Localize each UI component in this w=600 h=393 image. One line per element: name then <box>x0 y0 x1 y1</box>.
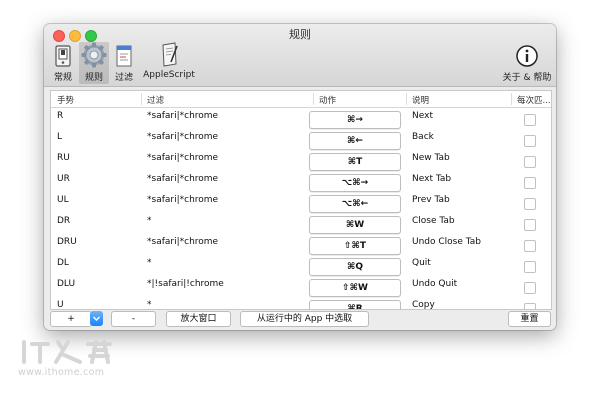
every-match-checkbox[interactable] <box>524 114 536 126</box>
every-match-checkbox[interactable] <box>524 219 536 231</box>
gesture-cell: UR <box>57 174 70 184</box>
switch-icon <box>55 45 71 67</box>
shortcut-recorder-button[interactable]: ⇧⌘T <box>309 237 401 255</box>
shortcut-recorder-button[interactable]: ⌘→ <box>309 111 401 129</box>
table-row[interactable]: UR *safari|*chrome ⌥⌘→ Next Tab <box>51 171 551 192</box>
table-row[interactable]: UL *safari|*chrome ⌥⌘← Prev Tab <box>51 192 551 213</box>
table-row[interactable]: R *safari|*chrome ⌘→ Next <box>51 108 551 129</box>
description-cell[interactable]: Next Tab <box>412 174 451 184</box>
watermark-url: www.ithome.com <box>18 367 105 378</box>
every-match-checkbox[interactable] <box>524 198 536 210</box>
shortcut-recorder-button[interactable]: ⌘W <box>309 216 401 234</box>
toolbar-rules-label: 规则 <box>84 73 103 83</box>
filter-cell[interactable]: * <box>147 300 152 309</box>
every-match-checkbox[interactable] <box>524 303 536 309</box>
rules-table: 手势 过滤 动作 说明 每次匹... R *safari|*chrome ⌘→ Nex… <box>50 90 552 310</box>
shortcut-recorder-button[interactable]: ⇧⌘W <box>309 279 401 297</box>
filter-cell[interactable]: *|!safari|!chrome <box>147 279 224 289</box>
column-header-description[interactable]: 说明 <box>412 94 429 106</box>
gesture-cell: RU <box>57 153 70 163</box>
toolbar-rules[interactable]: 规则 <box>79 42 109 84</box>
shortcut-recorder-button[interactable]: ⌘Q <box>309 258 401 276</box>
description-cell[interactable]: Prev Tab <box>412 195 450 205</box>
filter-cell[interactable]: *safari|*chrome <box>147 132 218 142</box>
filter-doc-icon <box>116 45 132 67</box>
every-match-checkbox[interactable] <box>524 282 536 294</box>
filter-cell[interactable]: *safari|*chrome <box>147 237 218 247</box>
pick-running-app-button[interactable]: 从运行中的 App 中选取 <box>240 311 369 327</box>
description-cell[interactable]: Back <box>412 132 434 142</box>
description-cell[interactable]: New Tab <box>412 153 450 163</box>
description-cell[interactable]: Next <box>412 111 433 121</box>
gear-icon <box>81 42 107 68</box>
every-match-checkbox[interactable] <box>524 177 536 189</box>
toolbar-about-help[interactable]: 关于 & 帮助 <box>502 42 552 84</box>
shortcut-recorder-button[interactable]: ⌘R <box>309 300 401 309</box>
info-icon <box>516 45 538 67</box>
filter-cell[interactable]: * <box>147 258 152 268</box>
column-header-gesture[interactable]: 手势 <box>57 94 74 106</box>
app-window: 规则 常规 规则 过滤 AppleScript 关于 & 帮助 手势 过滤 动作… <box>44 24 556 330</box>
bottom-bar: + - 放大窗口 从运行中的 App 中选取 重置 <box>44 310 556 330</box>
shortcut-recorder-button[interactable]: ⌘← <box>309 132 401 150</box>
add-rule-button[interactable]: + <box>50 311 92 327</box>
column-header-filter[interactable]: 过滤 <box>147 94 164 106</box>
filter-cell[interactable]: *safari|*chrome <box>147 195 218 205</box>
watermark-logo <box>22 340 112 364</box>
chevron-down-icon <box>93 316 100 321</box>
reset-button[interactable]: 重置 <box>508 311 551 327</box>
gesture-cell: R <box>57 111 64 121</box>
description-cell[interactable]: Copy <box>412 300 435 309</box>
gesture-cell: DRU <box>57 237 77 247</box>
filter-cell[interactable]: *safari|*chrome <box>147 174 218 184</box>
table-row[interactable]: DLU *|!safari|!chrome ⇧⌘W Undo Quit <box>51 276 551 297</box>
enlarge-window-button[interactable]: 放大窗口 <box>166 311 231 327</box>
description-cell[interactable]: Quit <box>412 258 431 268</box>
remove-rule-button[interactable]: - <box>111 311 156 327</box>
shortcut-recorder-button[interactable]: ⌘T <box>309 153 401 171</box>
every-match-checkbox[interactable] <box>524 240 536 252</box>
shortcut-recorder-button[interactable]: ⌥⌘← <box>309 195 401 213</box>
every-match-checkbox[interactable] <box>524 135 536 147</box>
table-row[interactable]: RU *safari|*chrome ⌘T New Tab <box>51 150 551 171</box>
table-row[interactable]: U * ⌘R Copy <box>51 297 551 310</box>
toolbar-filter-label: 过滤 <box>114 73 133 83</box>
gesture-cell: DLU <box>57 279 76 289</box>
column-header-every-match[interactable]: 每次匹... <box>517 94 551 106</box>
table-row[interactable]: DL * ⌘Q Quit <box>51 255 551 276</box>
table-row[interactable]: DRU *safari|*chrome ⇧⌘T Undo Close Tab <box>51 234 551 255</box>
filter-cell[interactable]: *safari|*chrome <box>147 111 218 121</box>
add-options-dropdown[interactable] <box>90 311 103 326</box>
shortcut-recorder-button[interactable]: ⌥⌘→ <box>309 174 401 192</box>
table-row[interactable]: L *safari|*chrome ⌘← Back <box>51 129 551 150</box>
filter-cell[interactable]: * <box>147 216 152 226</box>
description-cell[interactable]: Undo Quit <box>412 279 457 289</box>
every-match-checkbox[interactable] <box>524 156 536 168</box>
toolbar-applescript[interactable]: AppleScript <box>140 42 198 84</box>
toolbar-about-help-label: 关于 & 帮助 <box>502 73 552 83</box>
script-icon <box>162 42 178 67</box>
toolbar-filter[interactable]: 过滤 <box>110 42 138 84</box>
every-match-checkbox[interactable] <box>524 261 536 273</box>
toolbar-general-label: 常规 <box>53 73 72 83</box>
gesture-cell: L <box>57 132 63 142</box>
gesture-cell: DR <box>57 216 71 226</box>
toolbar-applescript-label: AppleScript <box>143 70 195 80</box>
toolbar-general[interactable]: 常规 <box>48 42 78 84</box>
column-header-action[interactable]: 动作 <box>319 94 336 106</box>
description-cell[interactable]: Close Tab <box>412 216 455 226</box>
gesture-cell: UL <box>57 195 69 205</box>
table-header: 手势 过滤 动作 说明 每次匹... <box>51 91 551 108</box>
description-cell[interactable]: Undo Close Tab <box>412 237 481 247</box>
gesture-cell: U <box>57 300 64 310</box>
title-bar: 规则 常规 规则 过滤 AppleScript 关于 & 帮助 <box>44 24 556 87</box>
window-title: 规则 <box>289 28 311 41</box>
table-row[interactable]: DR * ⌘W Close Tab <box>51 213 551 234</box>
filter-cell[interactable]: *safari|*chrome <box>147 153 218 163</box>
gesture-cell: DL <box>57 258 69 268</box>
